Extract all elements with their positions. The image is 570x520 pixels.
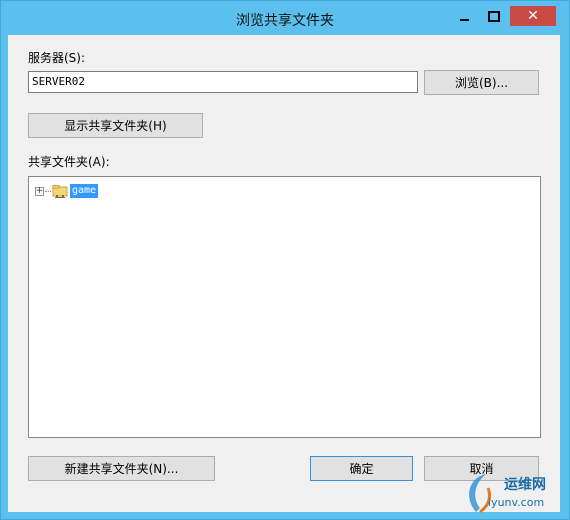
tree-node-label[interactable]: game bbox=[70, 184, 99, 198]
server-label: 服务器(S): bbox=[28, 51, 86, 65]
share-tree[interactable]: + game bbox=[28, 176, 541, 438]
close-button[interactable]: ✕ bbox=[510, 6, 556, 26]
minimize-icon bbox=[459, 19, 469, 21]
title-bar[interactable]: 浏览共享文件夹 ✕ bbox=[1, 1, 569, 35]
watermark-title: 运维网 bbox=[504, 477, 546, 493]
dialog-window: 浏览共享文件夹 ✕ 服务器(S): SERVER02 浏览(B)... 显示共享… bbox=[0, 0, 570, 520]
server-input[interactable]: SERVER02 bbox=[28, 71, 418, 93]
browse-button[interactable]: 浏览(B)... bbox=[424, 70, 539, 95]
maximize-button[interactable] bbox=[481, 6, 507, 26]
watermark-url: iyunv.com bbox=[488, 496, 545, 509]
close-icon: ✕ bbox=[527, 8, 539, 24]
tree-node-game[interactable]: + game bbox=[35, 183, 99, 199]
shared-folder-icon bbox=[52, 185, 68, 198]
new-share-button[interactable]: 新建共享文件夹(N)... bbox=[28, 456, 215, 481]
maximize-icon bbox=[488, 10, 500, 22]
expand-icon[interactable]: + bbox=[35, 186, 44, 196]
ok-button[interactable]: 确定 bbox=[310, 456, 413, 481]
watermark-logo: 运维网 iyunv.com bbox=[458, 468, 566, 516]
share-list-label: 共享文件夹(A): bbox=[28, 155, 110, 169]
dialog-body: 服务器(S): SERVER02 浏览(B)... 显示共享文件夹(H) 共享文… bbox=[8, 35, 560, 512]
tree-connector bbox=[45, 190, 51, 192]
show-shares-button[interactable]: 显示共享文件夹(H) bbox=[28, 113, 203, 138]
minimize-button[interactable] bbox=[451, 6, 477, 26]
